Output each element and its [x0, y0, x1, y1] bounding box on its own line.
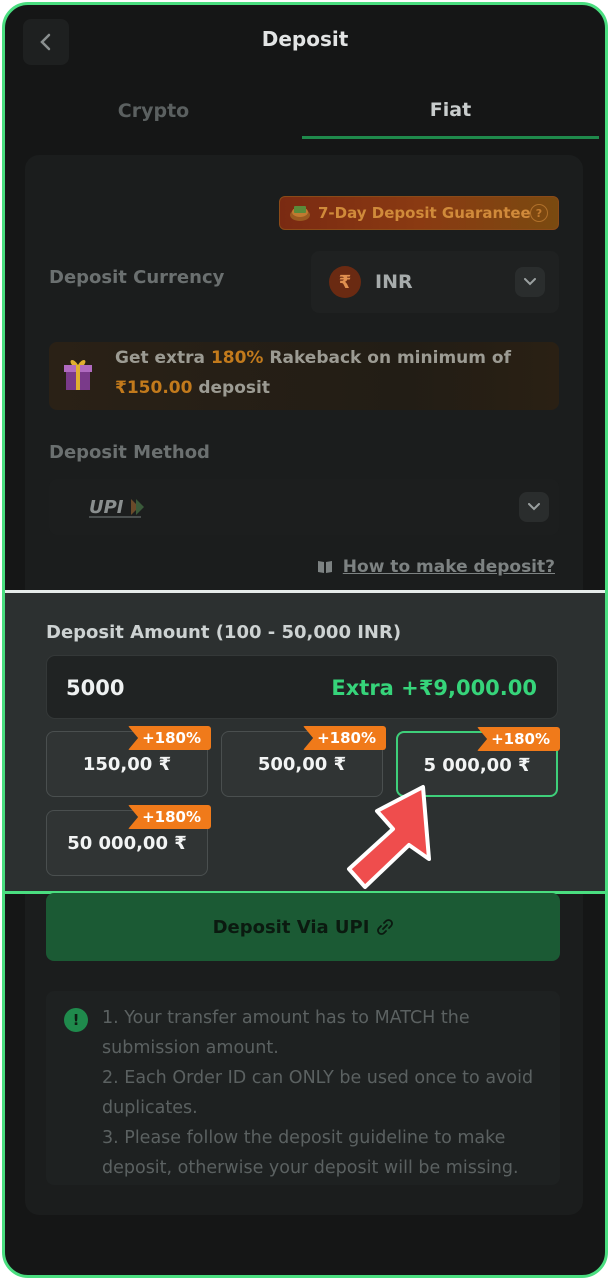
upi-logo: UPI [89, 497, 144, 518]
currency-code: INR [375, 271, 413, 293]
currency-select[interactable]: ₹ INR [311, 251, 559, 313]
page-title: Deposit [261, 27, 349, 51]
help-icon[interactable]: ? [530, 204, 548, 222]
promo-percent: 180% [210, 348, 264, 368]
promo-text: Rakeback on minimum of [263, 348, 511, 368]
promo-text: Get extra [115, 348, 211, 368]
promo-min-amount: ₹150.00 [115, 378, 193, 398]
preset-amount-value: 500,00 ₹ [257, 754, 347, 775]
promo-text: deposit [192, 378, 270, 398]
upi-logo-text: UPI [89, 497, 124, 518]
notice-item: 3. Please follow the deposit guideline t… [102, 1128, 519, 1178]
amount-extra: Extra +₹9,000.00 [331, 676, 537, 700]
currency-label: Deposit Currency [49, 267, 225, 288]
preset-amount-button[interactable]: +180% 50 000,00 ₹ [46, 805, 211, 876]
preset-amount-button[interactable]: +180% 150,00 ₹ [46, 726, 211, 797]
amount-label: Deposit Amount (100 - 50,000 INR) [46, 622, 402, 643]
promo-line-2: ₹150.00 deposit [115, 378, 270, 398]
tab-fiat[interactable]: Fiat [302, 83, 599, 139]
deposit-via-upi-button[interactable]: Deposit Via UPI [46, 893, 560, 961]
link-icon [377, 919, 394, 935]
tab-crypto[interactable]: Crypto [5, 83, 302, 139]
tab-bar: Crypto Fiat [5, 83, 605, 139]
notice-item: 1. Your transfer amount has to MATCH the… [102, 1008, 470, 1058]
amount-input[interactable]: 5000 Extra +₹9,000.00 [46, 655, 558, 719]
bonus-tag: +180% [477, 727, 560, 751]
app-frame: Deposit Crypto Fiat 7-Day Deposit Guaran… [2, 2, 608, 1278]
method-label: Deposit Method [49, 442, 210, 463]
method-select[interactable]: UPI [49, 479, 559, 535]
money-icon [290, 206, 310, 221]
promo-line-1: Get extra 180% Rakeback on minimum of [115, 348, 511, 368]
bonus-tag: +180% [128, 805, 211, 829]
rakeback-promo: Get extra 180% Rakeback on minimum of ₹1… [49, 342, 559, 410]
guarantee-badge[interactable]: 7-Day Deposit Guarantee ? [279, 196, 559, 230]
notice-text: 1. Your transfer amount has to MATCH the… [102, 1003, 548, 1183]
alert-icon: ! [64, 1008, 88, 1032]
gift-icon [64, 360, 92, 390]
deposit-notice: ! 1. Your transfer amount has to MATCH t… [46, 991, 560, 1185]
header: Deposit [5, 5, 605, 83]
preset-amount-value: 5 000,00 ₹ [423, 755, 531, 776]
bonus-tag: +180% [128, 726, 211, 750]
how-to-deposit-link[interactable]: How to make deposit? [317, 557, 555, 577]
preset-amount-value: 150,00 ₹ [82, 754, 172, 775]
chevron-down-icon [515, 267, 545, 297]
deposit-amount-panel: Deposit Amount (100 - 50,000 INR) 5000 E… [5, 590, 605, 894]
preset-amount-value: 50 000,00 ₹ [67, 833, 187, 854]
rupee-icon: ₹ [329, 266, 361, 298]
pointer-arrow-icon [347, 785, 431, 889]
guarantee-label: 7-Day Deposit Guarantee [318, 204, 531, 222]
amount-value: 5000 [66, 676, 125, 700]
book-icon [317, 561, 332, 573]
notice-item: 2. Each Order ID can ONLY be used once t… [102, 1068, 534, 1118]
deposit-button-label: Deposit Via UPI [212, 916, 370, 938]
bonus-tag: +180% [303, 726, 386, 750]
chevron-down-icon [519, 492, 549, 522]
how-to-deposit-text: How to make deposit? [342, 557, 555, 577]
